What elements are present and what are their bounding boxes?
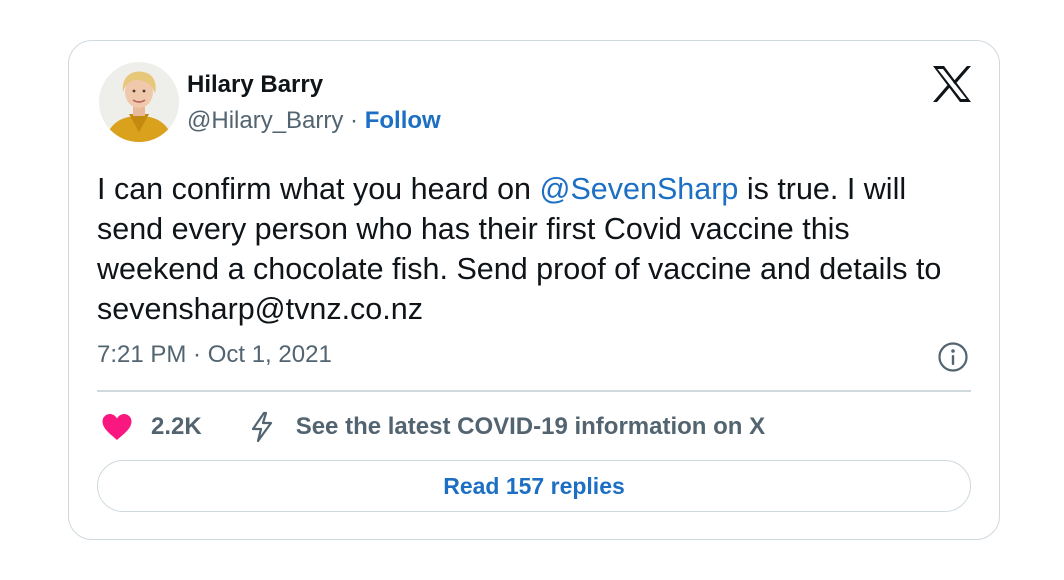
heart-icon bbox=[102, 414, 132, 440]
divider bbox=[97, 390, 971, 392]
handle-separator: · bbox=[343, 107, 365, 134]
author-handle-line: @Hilary_Barry · Follow bbox=[187, 107, 441, 135]
covid-info-link[interactable]: See the latest COVID-19 information on X bbox=[248, 411, 765, 443]
tweet-text: I can confirm what you heard on @SevenSh… bbox=[97, 169, 977, 329]
tweet-text-part-1: I can confirm what you heard on bbox=[97, 172, 540, 206]
bolt-icon bbox=[251, 411, 272, 443]
x-logo-icon[interactable] bbox=[931, 65, 973, 103]
like-count: 2.2K bbox=[151, 413, 202, 440]
covid-info-text: See the latest COVID-19 information on X bbox=[295, 413, 766, 440]
read-replies-button[interactable]: Read 157 replies bbox=[97, 460, 971, 512]
like-button[interactable]: 2.2K bbox=[101, 413, 202, 441]
mention-link[interactable]: @SevenSharp bbox=[540, 172, 739, 206]
avatar-photo bbox=[99, 62, 179, 142]
info-icon[interactable] bbox=[937, 341, 969, 373]
tweet-actions: 2.2K See the latest COVID-19 information… bbox=[101, 407, 765, 447]
tweet-timestamp[interactable]: 7:21 PM · Oct 1, 2021 bbox=[97, 341, 332, 369]
author-handle[interactable]: @Hilary_Barry bbox=[187, 107, 343, 134]
tweet-card: Hilary Barry @Hilary_Barry · Follow I ca… bbox=[68, 40, 1000, 540]
author-name[interactable]: Hilary Barry bbox=[187, 71, 323, 99]
avatar[interactable] bbox=[99, 62, 179, 142]
follow-button[interactable]: Follow bbox=[365, 107, 441, 134]
